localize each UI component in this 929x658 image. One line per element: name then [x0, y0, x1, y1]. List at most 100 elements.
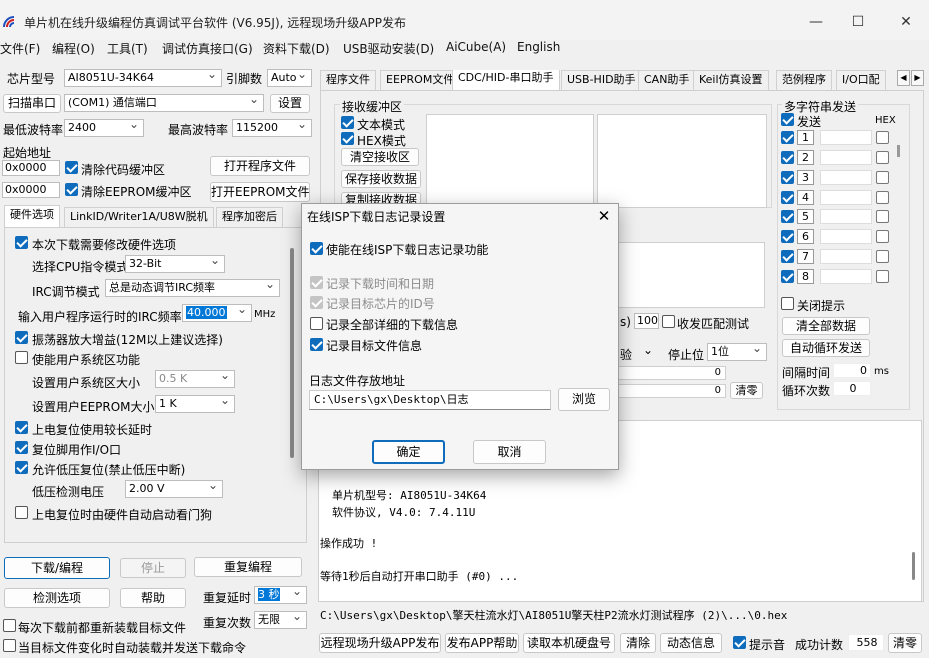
send-row-button[interactable]: 7 — [797, 249, 814, 264]
recv-match-checkbox[interactable] — [662, 315, 675, 328]
send-row-checkbox[interactable] — [781, 131, 794, 144]
clear-log-button[interactable]: 清除 — [620, 633, 656, 653]
hex-mode-checkbox[interactable] — [341, 132, 354, 145]
irc-freq-select[interactable]: 40.000 — [182, 304, 252, 322]
send-row-hex-checkbox[interactable] — [876, 151, 889, 164]
menu-debug[interactable]: 调试仿真接口(G) — [162, 40, 253, 57]
reprogram-button[interactable]: 重复编程 — [194, 557, 302, 577]
loop-input[interactable]: 0 — [833, 381, 871, 396]
send-row-button[interactable]: 3 — [797, 170, 814, 185]
publish-help-button[interactable]: 发布APP帮助 — [445, 633, 519, 653]
tab-serial-helper[interactable]: CDC/HID-串口助手 — [452, 70, 560, 90]
osc-gain-checkbox[interactable] — [15, 331, 28, 344]
repeat-count-select[interactable]: 无限 — [254, 611, 307, 629]
irc-mode-select[interactable]: 总是动态调节IRC频率 — [105, 279, 280, 297]
start-addr-input[interactable]: 0x0000 — [2, 160, 60, 176]
clear-eeprom-checkbox[interactable] — [65, 183, 78, 196]
tab-can[interactable]: CAN助手 — [638, 70, 696, 90]
clear-zero-button[interactable]: 清零 — [888, 633, 922, 653]
lvr-checkbox[interactable] — [15, 461, 28, 474]
close-tip-checkbox[interactable] — [781, 297, 794, 310]
menu-program[interactable]: 编程(O) — [52, 40, 95, 57]
auto-reload-checkbox[interactable] — [3, 639, 16, 652]
send-row-hex-checkbox[interactable] — [876, 210, 889, 223]
scan-port-button[interactable]: 扫描串口 — [3, 94, 61, 113]
long-delay-checkbox[interactable] — [15, 421, 28, 434]
send-row-hex-checkbox[interactable] — [876, 131, 889, 144]
max-baud-select[interactable]: 115200 — [232, 119, 312, 137]
open-eeprom-button[interactable]: 打开EEPROM文件 — [210, 182, 310, 202]
menu-tools[interactable]: 工具(T) — [107, 40, 148, 57]
send-row-hex-checkbox[interactable] — [876, 230, 889, 243]
maximize-button[interactable]: ☐ — [838, 8, 878, 36]
send-row-input[interactable] — [820, 190, 872, 205]
stop-button[interactable]: 停止 — [120, 558, 186, 578]
stopbit-select[interactable]: 1位 — [707, 343, 767, 361]
dialog-ok-button[interactable]: 确定 — [372, 440, 445, 464]
send-row-hex-checkbox[interactable] — [876, 250, 889, 263]
port-select[interactable]: (COM1) 通信端口 — [64, 94, 264, 112]
send-row-button[interactable]: 1 — [797, 130, 814, 145]
send-row-input[interactable] — [820, 150, 872, 165]
tab-eeprom-file[interactable]: EEPROM文件 — [380, 70, 461, 90]
dialog-close-icon[interactable]: ✕ — [594, 206, 614, 226]
record-time-checkbox[interactable] — [310, 276, 323, 289]
save-receive-button[interactable]: 保存接收数据 — [341, 170, 421, 188]
enable-log-checkbox[interactable] — [310, 242, 323, 255]
send-row-checkbox[interactable] — [781, 171, 794, 184]
interval-input[interactable]: 0 — [833, 363, 871, 378]
tab-examples[interactable]: 范例程序 — [776, 70, 832, 90]
tab-scroll-left-icon[interactable]: ◀ — [897, 70, 910, 86]
auto-loop-send-button[interactable]: 自动循环发送 — [782, 339, 870, 357]
text-mode-checkbox[interactable] — [341, 116, 354, 129]
settings-button[interactable]: 设置 — [270, 94, 310, 113]
min-baud-select[interactable]: 2400 — [64, 119, 144, 137]
reload-each-checkbox[interactable] — [3, 619, 16, 632]
send-row-input[interactable] — [820, 170, 872, 185]
sys-size-select[interactable]: 0.5 K — [155, 370, 235, 388]
dynamic-info-button[interactable]: 动态信息 — [660, 633, 722, 653]
send-all-checkbox[interactable] — [781, 113, 794, 126]
menu-aicube[interactable]: AiCube(A) — [446, 40, 506, 54]
reset-io-checkbox[interactable] — [15, 441, 28, 454]
log-path-input[interactable]: C:\Users\gx\Desktop\日志 — [309, 390, 551, 410]
close-button[interactable]: ✕ — [886, 8, 926, 36]
check-combo-arrow-icon[interactable]: ⌄ — [643, 343, 661, 361]
modify-hw-checkbox[interactable] — [15, 236, 28, 249]
tab-usb-hid[interactable]: USB-HID助手 — [561, 70, 642, 90]
send-row-checkbox[interactable] — [781, 250, 794, 263]
eeprom-addr-input[interactable]: 0x0000 — [2, 182, 60, 198]
read-disk-button[interactable]: 读取本机硬盘号 — [523, 633, 615, 653]
send-area[interactable] — [618, 242, 765, 308]
clear-receive-button[interactable]: 清空接收区 — [341, 148, 419, 166]
menu-english[interactable]: English — [517, 40, 560, 54]
pin-select[interactable]: Auto — [267, 69, 312, 87]
help-button[interactable]: 帮助 — [120, 588, 186, 608]
send-row-checkbox[interactable] — [781, 151, 794, 164]
send-row-input[interactable] — [820, 130, 872, 145]
tab-linkid[interactable]: LinkID/Writer1A/U8W脱机 — [64, 207, 214, 227]
send-row-checkbox[interactable] — [781, 210, 794, 223]
receive-text-area[interactable] — [426, 114, 594, 208]
hw-scrollbar[interactable] — [290, 248, 294, 458]
tab-keil[interactable]: Keil仿真设置 — [693, 70, 769, 90]
remote-publish-button[interactable]: 远程现场升级APP发布 — [319, 633, 441, 653]
menu-download[interactable]: 资料下载(D) — [263, 40, 330, 57]
lv-detect-select[interactable]: 2.00 V — [125, 480, 223, 498]
send-row-input[interactable] — [820, 209, 872, 224]
dialog-cancel-button[interactable]: 取消 — [473, 440, 546, 464]
beep-checkbox[interactable] — [733, 636, 746, 649]
send-row-checkbox[interactable] — [781, 270, 794, 283]
tab-encrypt[interactable]: 程序加密后 — [216, 207, 283, 227]
minimize-button[interactable]: — — [796, 8, 836, 36]
download-button[interactable]: 下载/编程 — [4, 557, 110, 579]
send-row-button[interactable]: 5 — [797, 209, 814, 224]
multi-send-scrollbar[interactable] — [897, 145, 900, 157]
clear-all-data-button[interactable]: 清全部数据 — [782, 317, 870, 335]
receive-hex-area[interactable] — [597, 114, 767, 208]
browse-button[interactable]: 浏览 — [558, 388, 610, 411]
timeout-input[interactable]: 100 — [634, 313, 659, 329]
record-file-checkbox[interactable] — [310, 338, 323, 351]
send-row-hex-checkbox[interactable] — [876, 171, 889, 184]
send-row-input[interactable] — [820, 269, 872, 284]
